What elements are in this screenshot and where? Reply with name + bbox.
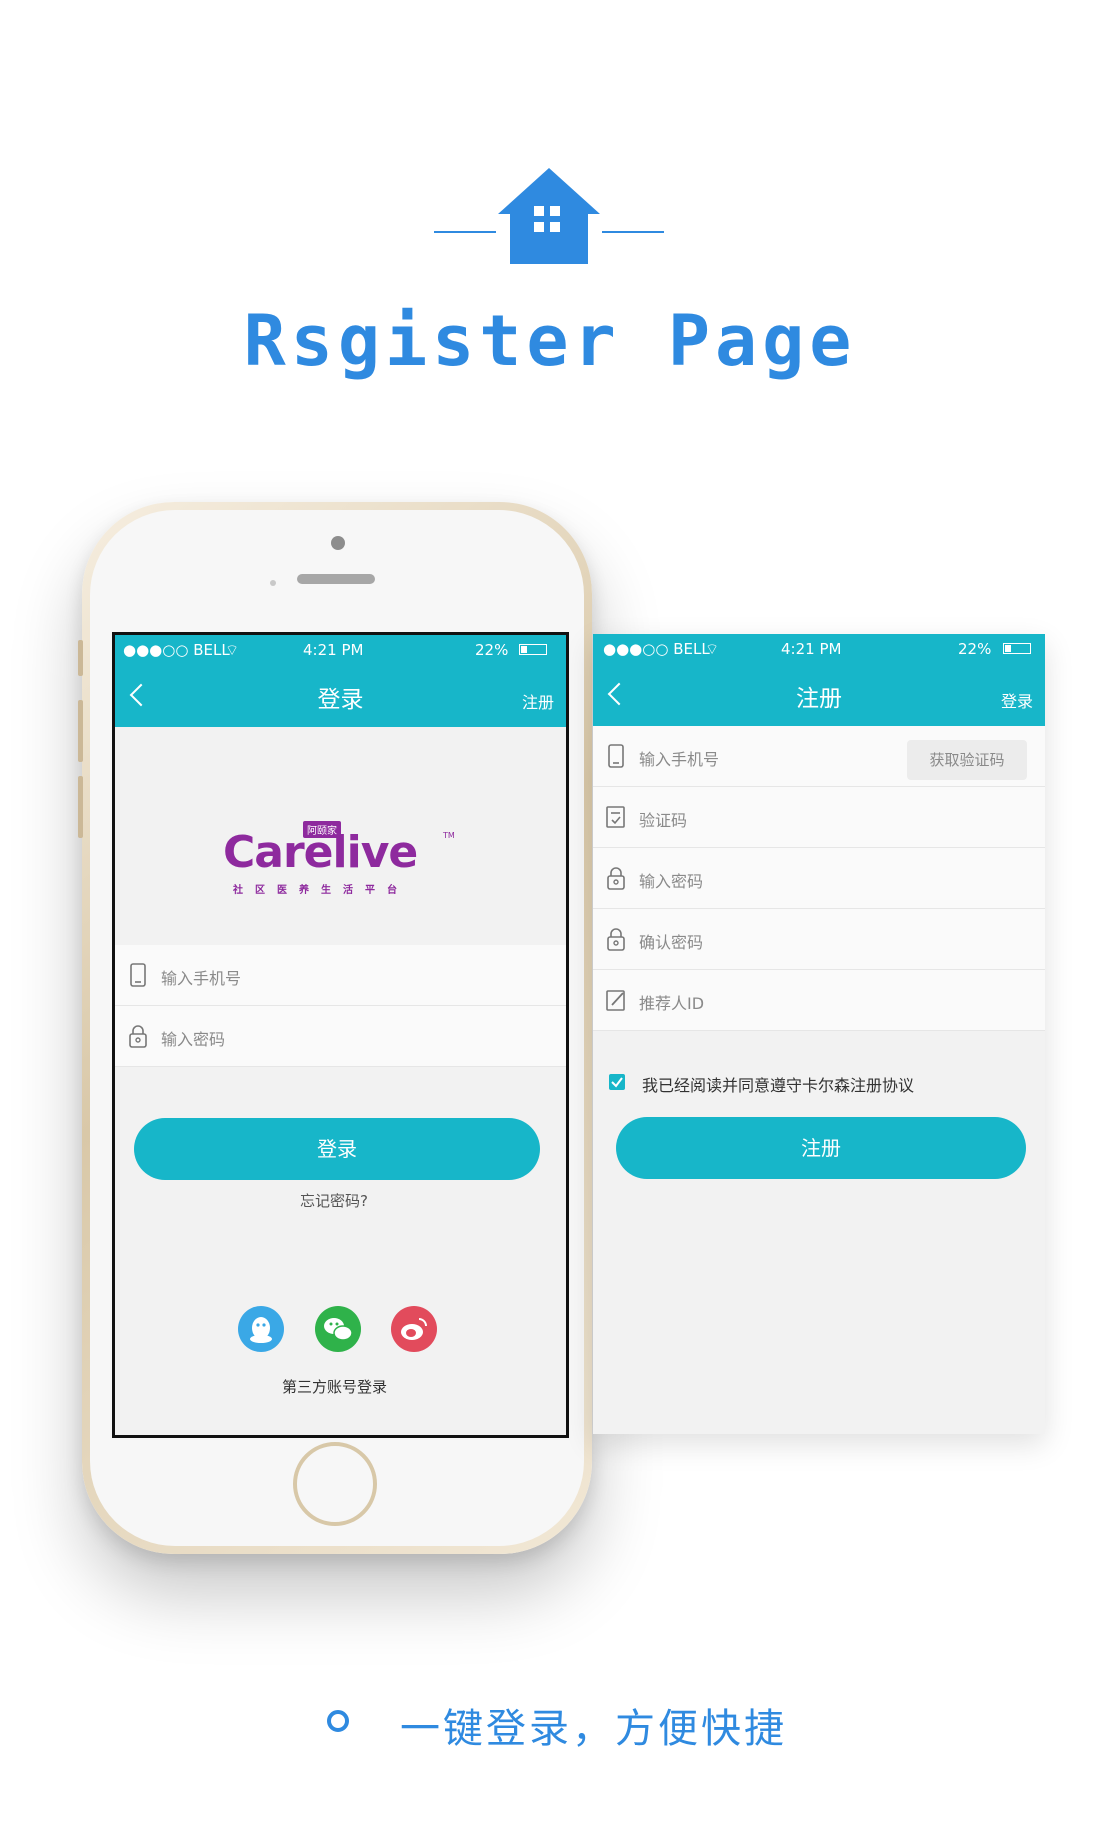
password-placeholder: 输入密码 <box>639 872 704 891</box>
lock-icon <box>607 928 625 951</box>
password-field[interactable]: 输入密码 <box>593 848 1045 909</box>
lock-icon <box>607 867 625 890</box>
nav-bar: 注册 登录 <box>593 664 1045 726</box>
wifi-icon: ⌔ <box>225 641 240 659</box>
confirm-placeholder: 确认密码 <box>639 933 704 952</box>
nav-title: 登录 <box>317 687 364 713</box>
phone-field[interactable]: 输入手机号 <box>115 945 566 1006</box>
password-field[interactable]: 输入密码 <box>115 1006 566 1067</box>
phone-sensor <box>270 580 276 586</box>
phone-side-button <box>78 776 83 838</box>
forgot-password-link[interactable]: 忘记密码? <box>300 1190 368 1211</box>
status-bar: ●●●○○ BELL ⌔ 4:21 PM 22% <box>115 635 566 665</box>
logo-area: Carelive 阿颐家 TM 社区医养生活平台 <box>115 727 566 945</box>
lock-icon <box>129 1025 147 1048</box>
status-bar: ●●●○○ BELL ⌔ 4:21 PM 22% <box>593 634 1045 664</box>
logo-tm: TM <box>443 831 455 840</box>
bullet-circle-icon <box>327 1710 349 1732</box>
wifi-icon: ⌔ <box>705 640 720 658</box>
time-label: 4:21 PM <box>781 640 842 658</box>
mobile-phone-icon <box>608 744 624 768</box>
verify-code-icon <box>606 806 625 828</box>
mobile-phone-icon <box>130 963 146 987</box>
logo-tag: 阿颐家 <box>303 821 341 838</box>
time-label: 4:21 PM <box>303 641 364 659</box>
battery-label: 22% <box>475 641 509 659</box>
carrier-label: ●●●○○ BELL <box>603 640 710 658</box>
battery-label: 22% <box>958 640 992 658</box>
logo-tagline: 社区医养生活平台 <box>233 885 409 896</box>
register-link[interactable]: 注册 <box>522 689 554 713</box>
agreement-text[interactable]: 我已经阅读并同意遵守卡尔森注册协议 <box>642 1072 914 1096</box>
phone-placeholder: 输入手机号 <box>161 969 242 988</box>
get-code-button[interactable]: 获取验证码 <box>907 740 1027 780</box>
battery-icon <box>519 644 547 655</box>
page-title: Rsgister Page <box>243 300 857 382</box>
phone-speaker <box>297 574 375 584</box>
qq-icon[interactable] <box>238 1306 284 1352</box>
header-line-left <box>434 231 496 233</box>
carrier-label: ●●●○○ BELL <box>123 641 230 659</box>
code-placeholder: 验证码 <box>639 811 688 830</box>
third-party-login-label: 第三方账号登录 <box>282 1378 388 1396</box>
confirm-password-field[interactable]: 确认密码 <box>593 909 1045 970</box>
header-line-right <box>602 231 664 233</box>
nav-title: 注册 <box>796 686 842 712</box>
referrer-placeholder: 推荐人ID <box>639 994 705 1013</box>
phone-placeholder: 输入手机号 <box>639 750 720 769</box>
login-button[interactable]: 登录 <box>134 1118 540 1180</box>
nav-bar: 登录 注册 <box>115 665 566 727</box>
phone-side-button <box>78 700 83 762</box>
phone-side-button <box>78 640 83 676</box>
house-icon <box>498 168 600 264</box>
checkmark-icon <box>611 1077 623 1088</box>
footer-slogan: 一键登录，方便快捷 <box>400 1706 787 1752</box>
agreement-checkbox[interactable] <box>609 1074 625 1090</box>
weibo-icon[interactable] <box>391 1306 437 1352</box>
phone-camera <box>331 536 345 550</box>
phone-home-button[interactable] <box>293 1442 377 1526</box>
phone-field[interactable]: 输入手机号 获取验证码 <box>593 726 1045 787</box>
register-screen: ●●●○○ BELL ⌔ 4:21 PM 22% 注册 登录 输入手机号 获取验… <box>593 634 1045 1434</box>
referrer-field[interactable]: 推荐人ID <box>593 970 1045 1031</box>
edit-icon <box>606 990 625 1011</box>
wechat-icon[interactable] <box>315 1306 361 1352</box>
password-placeholder: 输入密码 <box>161 1030 226 1049</box>
login-link[interactable]: 登录 <box>1001 688 1033 712</box>
battery-icon <box>1003 643 1031 654</box>
register-button[interactable]: 注册 <box>616 1117 1026 1179</box>
code-field[interactable]: 验证码 <box>593 787 1045 848</box>
